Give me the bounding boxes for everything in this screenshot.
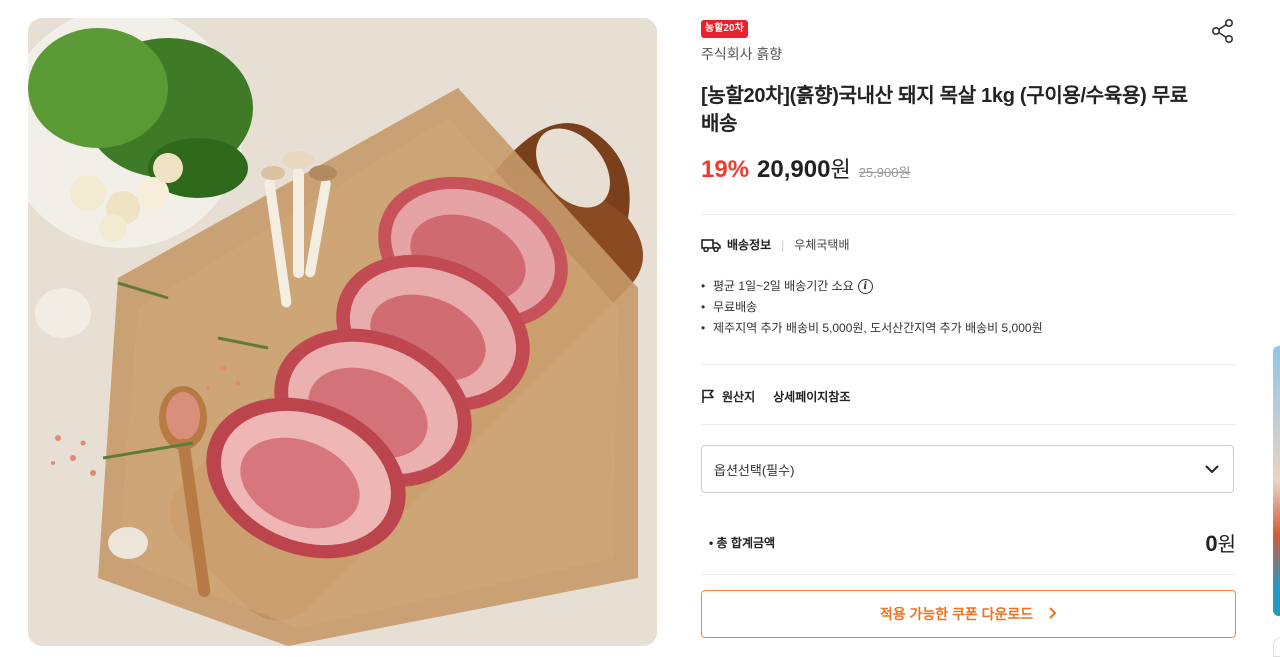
shipping-note: 무료배송 xyxy=(713,300,758,314)
chevron-right-icon xyxy=(1049,606,1057,622)
discount-rate: 19% xyxy=(701,156,750,183)
option-select[interactable]: 옵션선택(필수) xyxy=(701,445,1234,493)
sale-price-unit: 원 xyxy=(830,157,851,182)
chevron-down-icon xyxy=(1205,465,1219,473)
shipping-carrier: 우체국택배 xyxy=(794,238,850,252)
truck-icon xyxy=(701,238,721,252)
shipping-label: 배송정보 xyxy=(727,238,772,252)
divider xyxy=(701,574,1236,575)
coupon-label: 적용 가능한 쿠폰 다운로드 xyxy=(879,606,1034,622)
origin-value: 상세페이지참조 xyxy=(773,390,851,404)
coupon-download-button[interactable]: 적용 가능한 쿠폰 다운로드 xyxy=(701,590,1236,638)
separator: | xyxy=(781,237,785,252)
origin-row: 원산지 상세페이지참조 xyxy=(701,388,850,405)
share-button[interactable] xyxy=(1210,18,1236,44)
list-item: 무료배송 xyxy=(701,297,1043,318)
divider xyxy=(701,214,1236,215)
shipping-header: 배송정보 | 우체국택배 xyxy=(701,236,850,253)
promo-badge: 농할20차 xyxy=(701,20,748,38)
total-amount: 0원 xyxy=(1205,528,1236,557)
total-amount-unit: 원 xyxy=(1217,534,1236,556)
option-select-placeholder: 옵션선택(필수) xyxy=(714,462,795,478)
original-price: 25,900원 xyxy=(858,165,911,180)
product-title: [농할20차](흙향)국내산 돼지 목살 1kg (구이용/수육용) 무료배송 xyxy=(701,85,1188,135)
pork-neck-meat-photo xyxy=(28,18,657,646)
shipping-note: 제주지역 추가 배송비 5,000원, 도서산간지역 추가 배송비 5,000원 xyxy=(713,321,1043,335)
shipping-note: 평균 1일~2일 배송기간 소요 xyxy=(713,279,854,293)
side-widget[interactable] xyxy=(1273,638,1280,657)
flag-icon xyxy=(702,389,714,403)
info-icon[interactable]: i xyxy=(857,279,873,294)
sale-price-value: 20,900 xyxy=(757,156,831,183)
total-label: • 총 합계금액 xyxy=(709,536,776,550)
sale-price: 20,900원 xyxy=(757,152,851,184)
divider xyxy=(701,424,1236,425)
shipping-notes: 평균 1일~2일 배송기간 소요i 무료배송 제주지역 추가 배송비 5,000… xyxy=(701,276,1043,339)
total-row: • 총 합계금액 0원 xyxy=(701,528,1236,557)
product-image[interactable] xyxy=(28,18,657,646)
share-icon xyxy=(1211,18,1234,43)
list-item: 평균 1일~2일 배송기간 소요i xyxy=(701,276,1043,297)
list-item: 제주지역 추가 배송비 5,000원, 도서산간지역 추가 배송비 5,000원 xyxy=(701,318,1043,339)
price-row: 19% 20,900원 25,900원 xyxy=(701,152,1236,184)
total-amount-value: 0 xyxy=(1205,531,1218,556)
divider xyxy=(701,364,1236,365)
product-info: 농할20차 주식회사 흙향 [농할20차](흙향)국내산 돼지 목살 1kg (… xyxy=(701,18,1236,638)
total-label-text: 총 합계금액 xyxy=(716,536,776,550)
side-banner[interactable] xyxy=(1273,346,1280,616)
seller-name[interactable]: 주식회사 흙향 xyxy=(701,44,1236,64)
origin-label: 원산지 xyxy=(722,390,756,404)
